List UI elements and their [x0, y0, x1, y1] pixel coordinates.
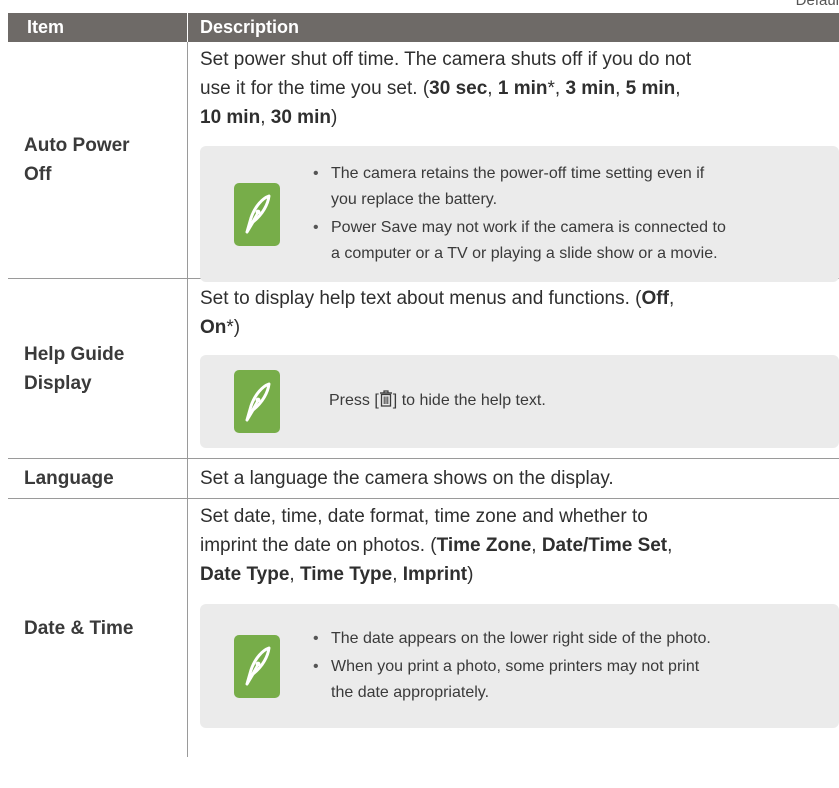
header-description: Description — [200, 17, 300, 37]
trash-icon — [379, 389, 393, 416]
item-auto-power-off: Auto Power Off — [8, 42, 188, 278]
description-text: Set a language the camera shows on the d… — [200, 468, 614, 489]
table-row: Language Set a language the camera shows… — [8, 459, 839, 499]
description-cell: Set power shut off time. The camera shut… — [188, 42, 839, 282]
item-help-guide-display: Help Guide Display — [8, 279, 188, 458]
note-list: The camera retains the power-off time se… — [313, 161, 829, 267]
note-box: The camera retains the power-off time se… — [200, 146, 839, 282]
table-row: Auto Power Off Set power shut off time. … — [8, 42, 839, 282]
pen-note-icon — [234, 182, 280, 246]
list-item: When you print a photo, some printers ma… — [313, 654, 829, 706]
list-item: The date appears on the lower right side… — [313, 626, 829, 652]
note-text: Press [] to hide the help text. — [329, 388, 546, 416]
description-cell: Set to display help text about menus and… — [188, 279, 839, 458]
description-text: Set power shut off time. The camera shut… — [200, 49, 692, 128]
settings-table: Item Description Auto Power Off Set powe… — [8, 13, 839, 757]
page-corner-label: Defaul — [795, 0, 839, 9]
table-header: Item Description — [8, 13, 839, 42]
list-item: Power Save may not work if the camera is… — [313, 215, 829, 267]
note-box: The date appears on the lower right side… — [200, 604, 839, 728]
header-item: Item — [8, 13, 188, 42]
note-box: Press [] to hide the help text. — [200, 355, 839, 448]
table-row: Help Guide Display Set to display help t… — [8, 279, 839, 459]
item-date-time: Date & Time — [8, 499, 188, 757]
description-cell: Set date, time, date format, time zone a… — [188, 499, 839, 757]
pen-note-icon — [234, 370, 280, 433]
pen-note-icon — [234, 634, 280, 698]
note-list: The date appears on the lower right side… — [313, 626, 829, 706]
description-cell: Set a language the camera shows on the d… — [188, 459, 839, 498]
table-row: Date & Time Set date, time, date format,… — [8, 499, 839, 757]
description-text: Set date, time, date format, time zone a… — [200, 506, 673, 585]
description-text: Set to display help text about menus and… — [200, 288, 675, 338]
item-language: Language — [8, 459, 188, 498]
list-item: The camera retains the power-off time se… — [313, 161, 829, 213]
